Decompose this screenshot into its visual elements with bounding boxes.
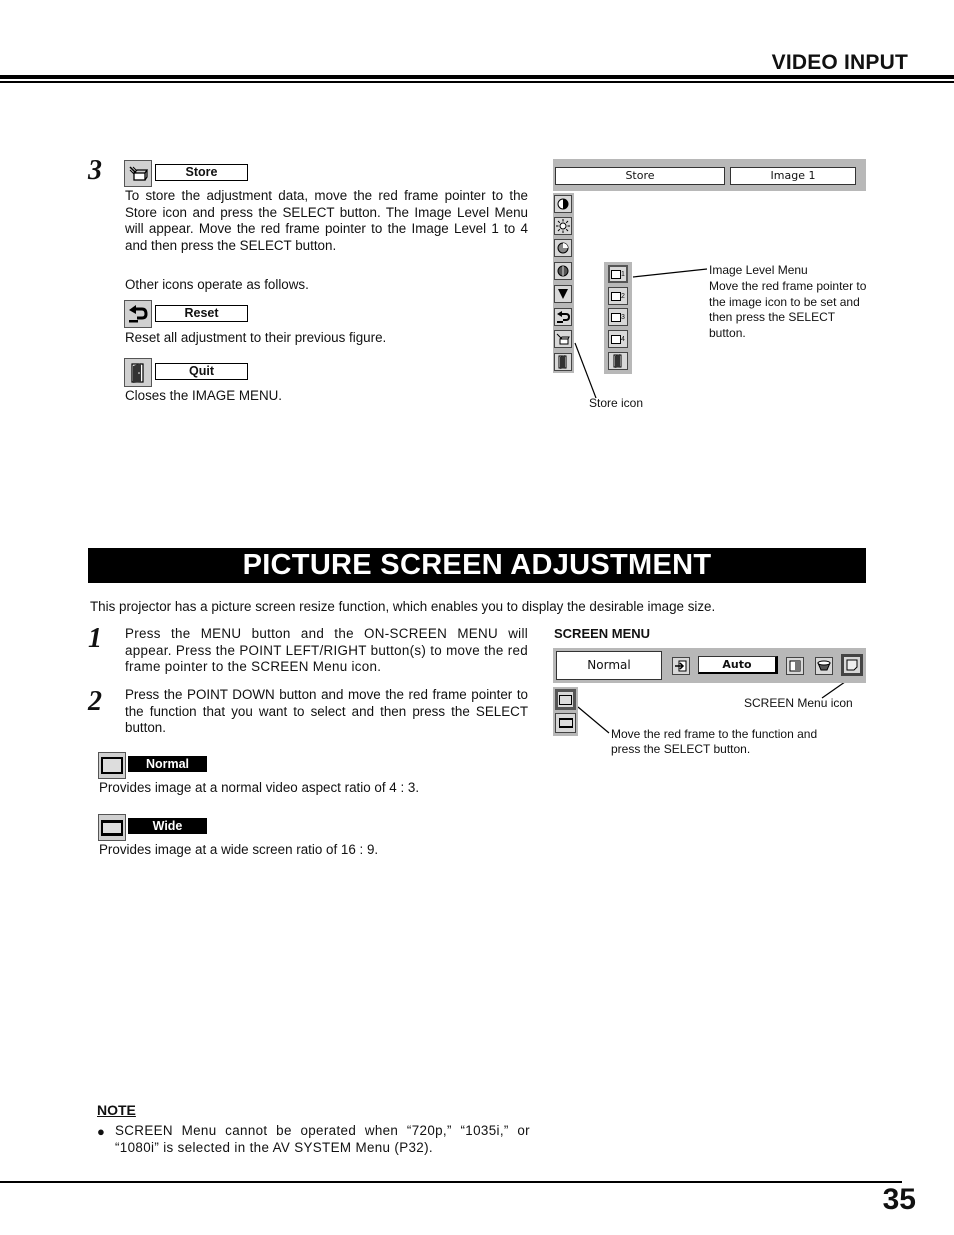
step-1-text: Press the MENU button and the ON-SCREEN …: [125, 626, 528, 674]
callout-line-image-level: [632, 268, 708, 278]
step-2-text: Press the POINT DOWN button and move the…: [125, 687, 528, 735]
sound-icon: [815, 657, 833, 675]
image-adjust-icon: [786, 657, 804, 675]
store-icon-caption: Store icon: [589, 396, 644, 410]
wide-description: Provides image at a wide screen ratio of…: [99, 842, 379, 857]
note-heading: NOTE: [97, 1102, 136, 1118]
picture-screen-intro: This projector has a picture screen resi…: [90, 599, 716, 614]
screen-menu-options-column: [553, 687, 578, 736]
screen-menu-icon-caption: SCREEN Menu icon: [744, 696, 853, 710]
callout-lines: [574, 268, 853, 734]
note-text: SCREEN Menu cannot be operated when “720…: [115, 1123, 530, 1155]
bullet-icon: ●: [97, 1124, 105, 1139]
normal-screen-icon: [98, 752, 126, 779]
image-level-menu-title: Image Level Menu: [709, 263, 808, 277]
normal-screen-icon: [555, 689, 576, 710]
screen-menu-icon: [841, 654, 863, 676]
step-number: 1: [88, 623, 102, 654]
footer-rule: [0, 1181, 902, 1183]
move-red-frame-caption: Move the red frame to the function and p…: [611, 727, 818, 756]
menu-field-normal: Normal: [556, 651, 662, 680]
step-number: 2: [88, 686, 102, 717]
callout-line-move-red-frame: [577, 706, 610, 734]
callout-line-store-icon: [574, 342, 597, 399]
wide-screen-icon: [98, 814, 126, 841]
normal-label: Normal: [128, 756, 207, 772]
image-level-menu-text: Move the red frame pointer to the image …: [709, 279, 867, 340]
screen-menu-heading: SCREEN MENU: [554, 626, 651, 641]
screen-menu-bar: Normal Auto: [553, 648, 866, 683]
wide-label: Wide: [128, 818, 207, 834]
picture-screen-adjustment-banner: PICTURE SCREEN ADJUSTMENT: [88, 548, 866, 583]
wide-screen-icon: [555, 713, 576, 733]
menu-field-auto: Auto: [698, 656, 778, 674]
input-icon: [672, 657, 690, 675]
normal-description: Provides image at a normal video aspect …: [99, 780, 420, 795]
page-number: 35: [882, 1183, 916, 1216]
